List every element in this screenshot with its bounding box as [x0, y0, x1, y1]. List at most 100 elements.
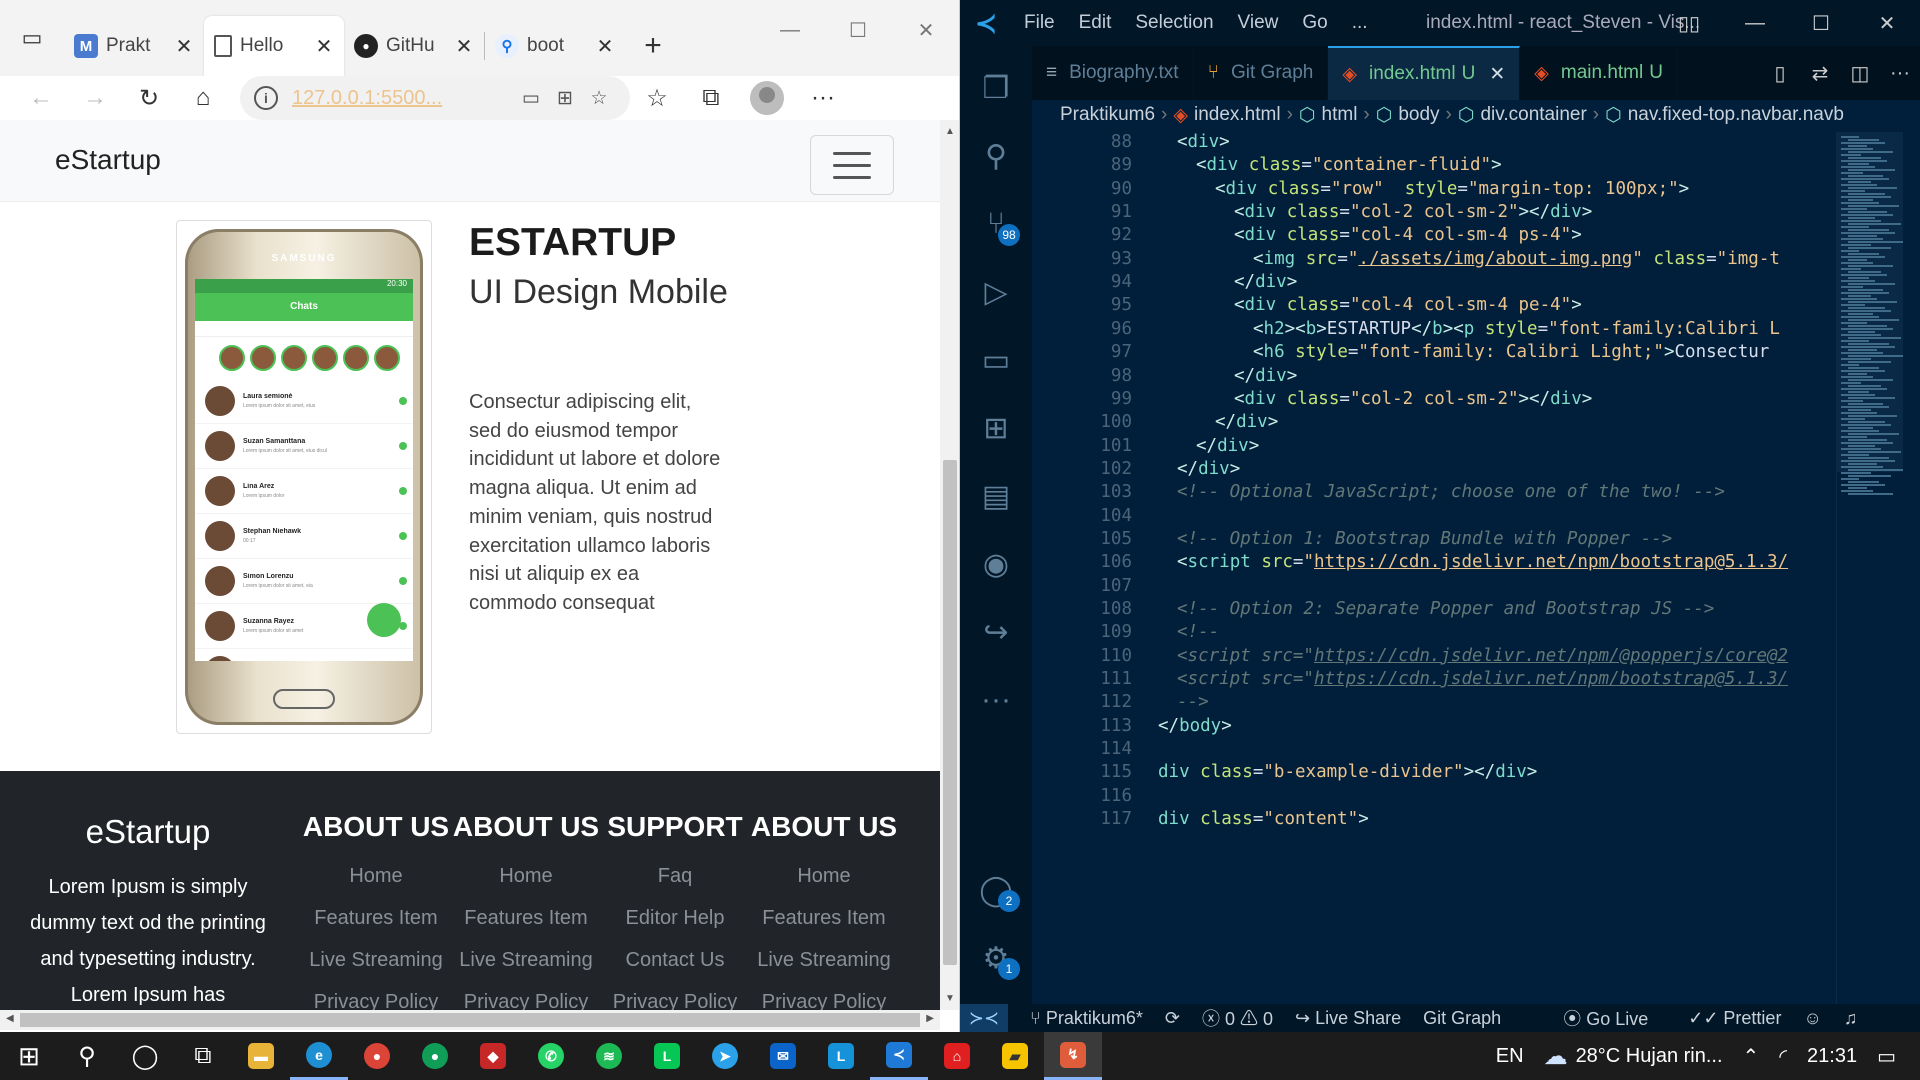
collections-icon[interactable]: ⧉: [684, 76, 738, 120]
code-line[interactable]: <!-- Option 2: Separate Popper and Boots…: [1177, 599, 1714, 619]
code-line[interactable]: <div>: [1177, 132, 1230, 152]
code-line[interactable]: </div>: [1234, 366, 1297, 386]
code-line[interactable]: </div>: [1177, 459, 1240, 479]
vertical-scrollbar[interactable]: ▲ ▼: [940, 120, 959, 1010]
browser-tab-2[interactable]: Hello ✕: [204, 16, 344, 76]
editor-tab-main-html[interactable]: ◈ main.html U: [1520, 46, 1678, 100]
navbar-toggler-button[interactable]: [810, 135, 894, 195]
footer-link[interactable]: Privacy Policy: [600, 981, 750, 1010]
live-share-icon[interactable]: ↪: [960, 600, 1032, 664]
maximize-icon[interactable]: ☐: [824, 0, 892, 60]
breadcrumb-item[interactable]: div.container: [1480, 104, 1586, 126]
minimize-icon[interactable]: —: [756, 0, 824, 60]
sync-icon[interactable]: ⟳: [1165, 1008, 1180, 1029]
close-icon[interactable]: ✕: [314, 34, 334, 59]
footer-link[interactable]: Home: [301, 855, 451, 897]
horizontal-scrollbar[interactable]: ◀ ▶: [0, 1010, 940, 1030]
accounts-icon[interactable]: ◯ 2: [960, 858, 1032, 922]
antivirus-icon[interactable]: ◆: [464, 1032, 522, 1080]
cortana-icon[interactable]: ◯: [116, 1032, 174, 1080]
code-line[interactable]: <div class="col-2 col-sm-2"></div>: [1234, 389, 1592, 409]
telegram-icon[interactable]: ➤: [696, 1032, 754, 1080]
language-indicator[interactable]: EN: [1496, 1045, 1524, 1068]
go-live-button[interactable]: ⦿ Go Live: [1563, 1005, 1648, 1031]
breadcrumb-item[interactable]: Praktikum6: [1060, 104, 1155, 126]
settings-gear-icon[interactable]: ⚙ 1: [960, 926, 1032, 990]
prettier-button[interactable]: ✓✓ Prettier: [1688, 1008, 1781, 1029]
vscode-taskbar-icon[interactable]: ≺: [870, 1032, 928, 1080]
breadcrumb-item[interactable]: body: [1398, 104, 1439, 126]
footer-link[interactable]: Contact Us: [600, 939, 750, 981]
refresh-icon[interactable]: ↻: [122, 76, 176, 120]
back-arrow-icon[interactable]: ←: [14, 76, 68, 120]
l-app-icon[interactable]: L: [812, 1032, 870, 1080]
code-line[interactable]: <div class="row" style="margin-top: 100p…: [1215, 179, 1689, 199]
footer-link[interactable]: Privacy Policy: [451, 981, 601, 1010]
home-icon[interactable]: ⌂: [176, 76, 230, 120]
apps-icon[interactable]: ⊞: [548, 87, 582, 110]
split-editor-icon[interactable]: ◫: [1840, 61, 1880, 86]
wifi-icon[interactable]: ◜: [1779, 1044, 1787, 1069]
editor-tab-git-graph[interactable]: ⑂ Git Graph: [1194, 46, 1329, 100]
forward-arrow-icon[interactable]: →: [68, 76, 122, 120]
open-preview-icon[interactable]: ▯: [1760, 61, 1800, 86]
compare-changes-icon[interactable]: ⇄: [1800, 61, 1840, 86]
code-line[interactable]: div class="b-example-divider"></div>: [1158, 762, 1537, 782]
github-icon[interactable]: ◉: [960, 532, 1032, 596]
code-line[interactable]: <script src="https://cdn.jsdelivr.net/np…: [1177, 669, 1788, 689]
footer-link[interactable]: Live Streaming: [451, 939, 601, 981]
favorite-add-icon[interactable]: ☆: [582, 87, 616, 110]
breadcrumb-item[interactable]: nav.fixed-top.navbar.navb: [1628, 104, 1844, 126]
feedback-icon[interactable]: ☺: [1803, 1008, 1821, 1029]
close-icon[interactable]: ✕: [1489, 63, 1505, 86]
footer-link[interactable]: Privacy Policy: [301, 981, 451, 1010]
chrome-icon[interactable]: ●: [348, 1032, 406, 1080]
extensions-icon[interactable]: ⊞: [960, 396, 1032, 460]
minimap[interactable]: [1836, 132, 1903, 1004]
explorer-icon[interactable]: ❐: [960, 56, 1032, 120]
breadcrumb-item[interactable]: index.html: [1194, 104, 1281, 126]
editor-tab-index-html[interactable]: ◈ index.html U ✕: [1328, 46, 1521, 100]
line-icon[interactable]: L: [638, 1032, 696, 1080]
git-graph-button[interactable]: Git Graph: [1423, 1008, 1501, 1029]
address-bar[interactable]: i 127.0.0.1:5500... ▭ ⊞ ☆: [240, 76, 630, 120]
search-icon[interactable]: ⚲: [58, 1032, 116, 1080]
menu-edit[interactable]: Edit: [1067, 12, 1124, 34]
editor-tab-biography[interactable]: ≡ Biography.txt: [1032, 46, 1194, 100]
browser-tab-4[interactable]: ⚲ boot ✕: [485, 16, 625, 76]
code-line[interactable]: <h2><b>ESTARTUP</b><p style="font-family…: [1253, 319, 1780, 339]
footer-link[interactable]: Faq: [600, 855, 750, 897]
chrome-alt-icon[interactable]: ●: [406, 1032, 464, 1080]
notification-center-icon[interactable]: ▭: [1877, 1044, 1896, 1069]
footer-link[interactable]: Home: [451, 855, 601, 897]
windows-start-icon[interactable]: ⊞: [0, 1032, 58, 1080]
scrollbar-thumb[interactable]: [943, 460, 957, 965]
spotify-icon[interactable]: ≋: [580, 1032, 638, 1080]
profile-avatar[interactable]: [750, 81, 784, 115]
weather-text[interactable]: 28°C Hujan rin...: [1576, 1045, 1723, 1068]
git-branch[interactable]: ⑂ Praktikum6*: [1030, 1008, 1143, 1029]
pdf-reader-icon[interactable]: ⌂: [928, 1032, 986, 1080]
footer-link[interactable]: Features Item: [301, 897, 451, 939]
read-aloud-icon[interactable]: ▭: [514, 87, 548, 110]
footer-link[interactable]: Features Item: [451, 897, 601, 939]
weather-icon[interactable]: ☁: [1544, 1042, 1568, 1071]
minimize-icon[interactable]: —: [1722, 0, 1788, 46]
scroll-up-icon[interactable]: ▲: [945, 126, 955, 137]
chevron-up-icon[interactable]: ⌃: [1743, 1044, 1760, 1069]
code-line[interactable]: <div class="container-fluid">: [1196, 155, 1502, 175]
remote-indicator-icon[interactable]: ≻≺: [960, 1004, 1008, 1032]
code-line[interactable]: <!--: [1177, 622, 1219, 642]
sticky-notes-icon[interactable]: ▰: [986, 1032, 1044, 1080]
code-line[interactable]: <div class="col-2 col-sm-2"></div>: [1234, 202, 1592, 222]
code-line[interactable]: <!-- Optional JavaScript; choose one of …: [1177, 482, 1725, 502]
git-gui-icon[interactable]: ↯: [1044, 1032, 1102, 1080]
code-line[interactable]: <div class="col-4 col-sm-4 ps-4">: [1234, 225, 1582, 245]
live-share-button[interactable]: ↪ Live Share: [1295, 1008, 1401, 1029]
new-tab-button[interactable]: +: [625, 16, 681, 76]
tabs-icon[interactable]: ▤: [960, 464, 1032, 528]
run-debug-icon[interactable]: ▷: [960, 260, 1032, 324]
footer-link[interactable]: Live Streaming: [301, 939, 451, 981]
menu-file[interactable]: File: [1012, 12, 1067, 34]
scroll-right-icon[interactable]: ▶: [926, 1013, 934, 1024]
